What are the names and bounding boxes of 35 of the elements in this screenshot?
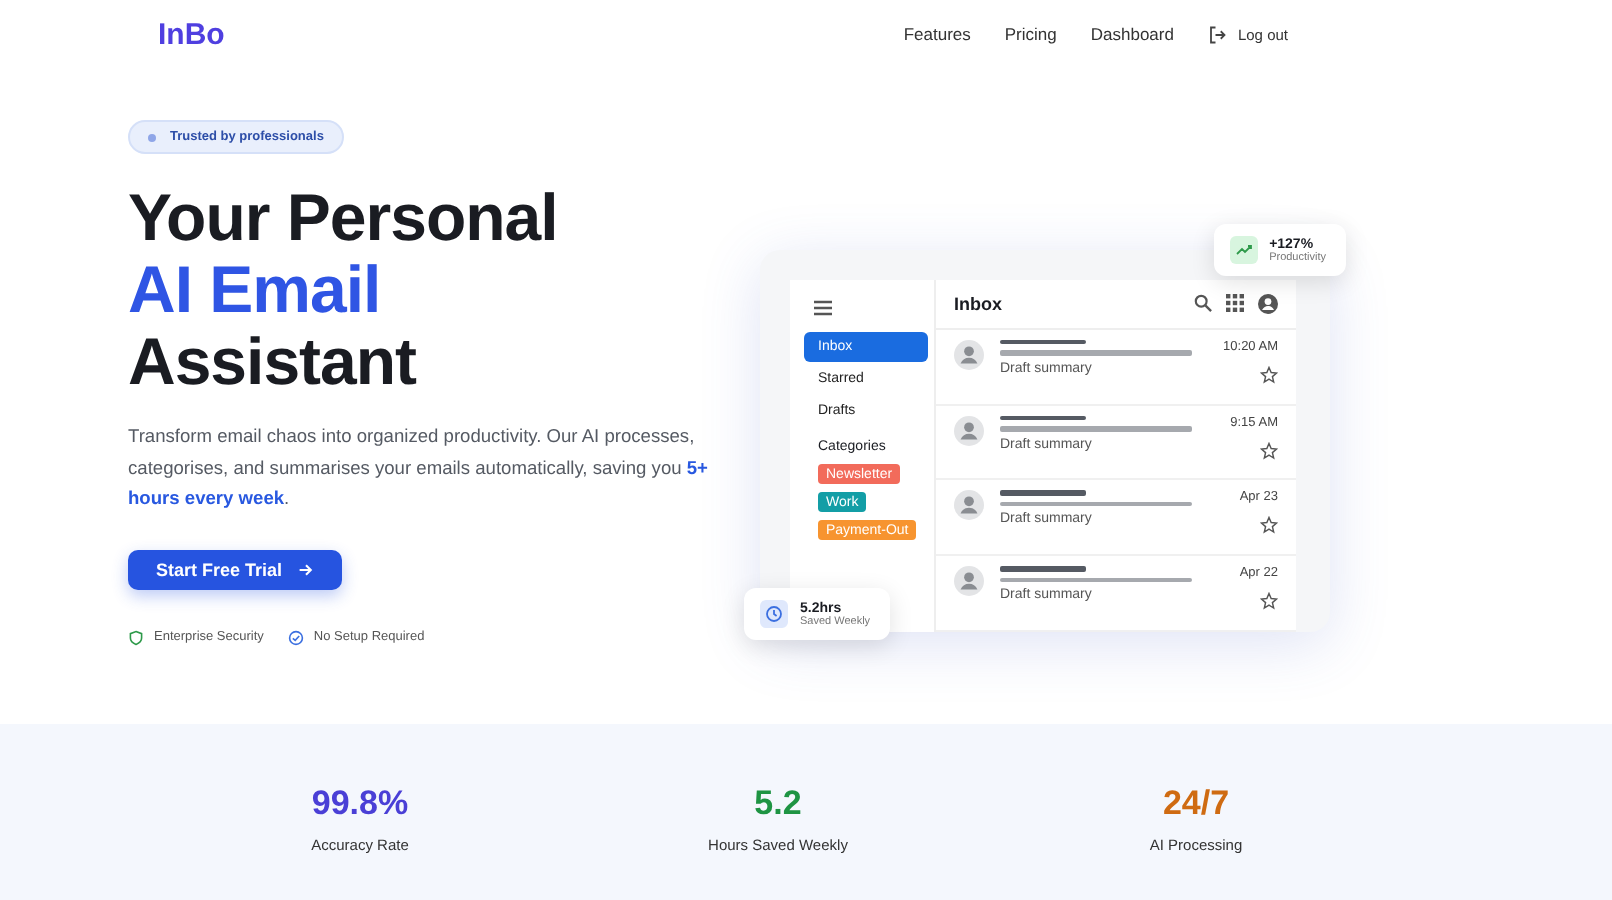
star-icon[interactable]: [1260, 441, 1278, 460]
hero-description: Transform email chaos into organized productivity. Our AI processes, categorises, and summarises your emails automatically, saving you 5+ hours every week.: [128, 424, 710, 512]
shield-icon: [128, 629, 144, 645]
trend-up-icon: [1229, 236, 1258, 264]
sender-placeholder-bar: [1000, 415, 1086, 421]
star-icon[interactable]: [1260, 516, 1278, 535]
account-icon[interactable]: [1258, 293, 1278, 314]
start-trial-button[interactable]: Start Free Trial: [128, 549, 343, 589]
headline-line: Assistant: [128, 326, 419, 398]
arrow-icon: [298, 561, 315, 577]
menu-icon[interactable]: [814, 300, 832, 316]
stat-value: 5.2: [754, 784, 802, 824]
headline-line: AI Email: [128, 254, 383, 326]
stat-value: 24/7: [1162, 784, 1230, 824]
search-icon[interactable]: [1194, 294, 1212, 313]
clock-icon: [760, 600, 788, 628]
sender-placeholder-bar: [1000, 566, 1086, 572]
sender-placeholder-bar: [1000, 339, 1086, 345]
sender-placeholder-bar: [1000, 490, 1086, 496]
avatar-icon: [954, 339, 984, 370]
star-icon[interactable]: [1260, 592, 1278, 611]
headline-line: Your Personal: [128, 182, 558, 254]
check-circle-icon: [287, 629, 304, 645]
nav-link[interactable]: Dashboard: [1090, 24, 1174, 44]
stat-value: 99.8%: [311, 784, 409, 824]
inbox-title: Inbox: [954, 293, 1002, 314]
apps-grid-icon[interactable]: [1226, 294, 1244, 313]
logo[interactable]: InBo: [158, 17, 225, 51]
star-icon[interactable]: [1260, 365, 1278, 384]
nav-link[interactable]: Pricing: [1004, 24, 1057, 44]
nav-link[interactable]: Features: [903, 24, 971, 44]
avatar-icon: [954, 415, 984, 446]
avatar-icon: [954, 490, 984, 521]
avatar-icon: [954, 566, 984, 597]
logout-icon: [1207, 25, 1226, 43]
